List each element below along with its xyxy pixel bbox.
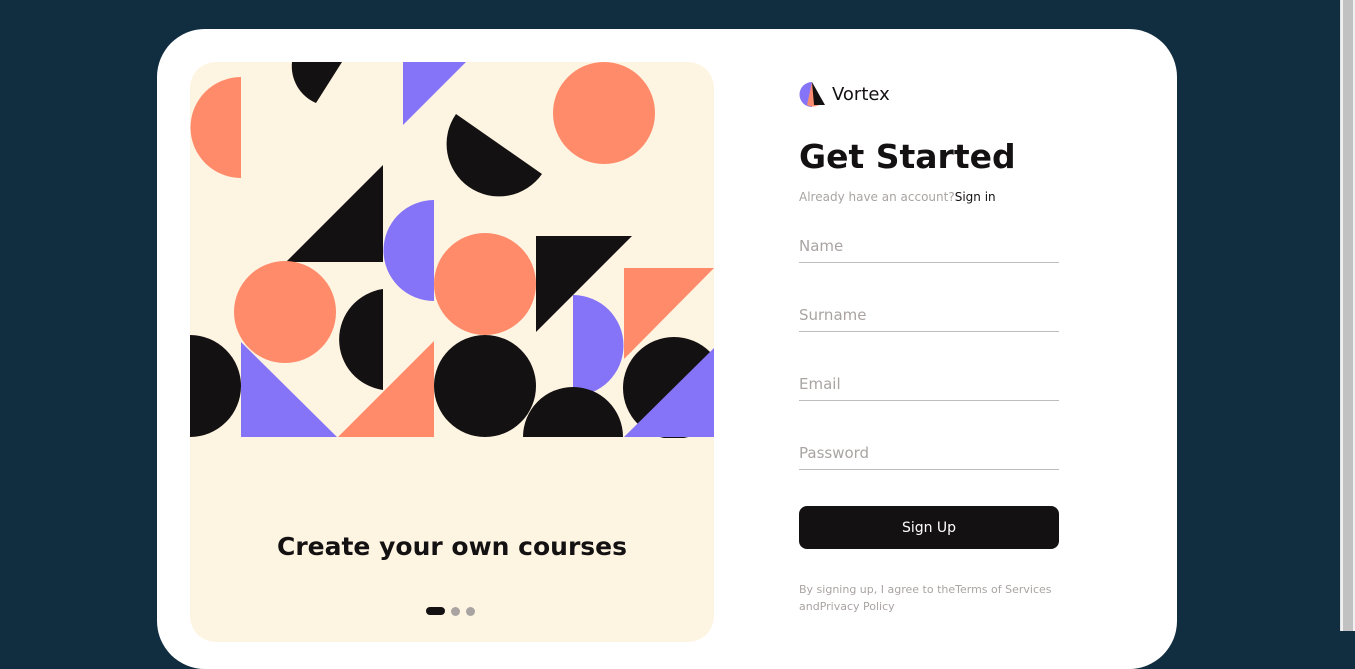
page-title: Get Started <box>799 137 1016 176</box>
signin-link[interactable]: Sign in <box>955 190 996 204</box>
signup-card: Create your own courses Vortex Get Start… <box>157 29 1177 669</box>
black-circle <box>434 335 536 437</box>
black-half-circle <box>339 289 383 390</box>
violet-half-circle-right <box>573 295 624 396</box>
carousel-caption: Create your own courses <box>276 532 628 561</box>
brand: Vortex <box>799 81 890 108</box>
geometric-illustration <box>190 62 714 438</box>
onboarding-carousel: Create your own courses <box>190 62 714 642</box>
violet-half-circle <box>383 200 434 301</box>
scrollbar-thumb[interactable] <box>1343 0 1353 631</box>
page-scrollbar[interactable] <box>1340 0 1355 631</box>
terms-and: and <box>799 600 820 613</box>
carousel-pagination <box>426 606 475 616</box>
surname-input[interactable] <box>799 298 1059 332</box>
password-input[interactable] <box>799 436 1059 470</box>
terms-prefix: By signing up, I agree to the <box>799 583 956 596</box>
coral-circle <box>553 62 655 164</box>
email-input[interactable] <box>799 367 1059 401</box>
terms-link[interactable]: Terms of Services <box>955 583 1051 596</box>
black-half-circle-bottom <box>523 387 623 437</box>
black-half-circle-left <box>190 335 241 437</box>
coral-circle-center <box>434 233 536 335</box>
terms-notice: By signing up, I agree to theTerms of Se… <box>799 581 1079 615</box>
have-account-text: Already have an account? <box>799 190 955 204</box>
vortex-logo-icon <box>799 82 825 107</box>
black-half-circle-tilted <box>446 114 542 197</box>
sign-up-button[interactable]: Sign Up <box>799 506 1059 549</box>
coral-half-circle <box>190 77 241 178</box>
name-input[interactable] <box>799 229 1059 263</box>
carousel-dot-3[interactable] <box>466 606 475 616</box>
signin-prompt: Already have an account?Sign in <box>799 190 996 204</box>
coral-circle-left <box>234 261 336 363</box>
privacy-link[interactable]: Privacy Policy <box>820 600 895 613</box>
black-quarter-shape <box>291 62 342 103</box>
carousel-dot-1[interactable] <box>426 607 445 615</box>
black-triangle <box>286 165 383 262</box>
carousel-dot-2[interactable] <box>451 606 460 616</box>
brand-name: Vortex <box>832 84 890 105</box>
